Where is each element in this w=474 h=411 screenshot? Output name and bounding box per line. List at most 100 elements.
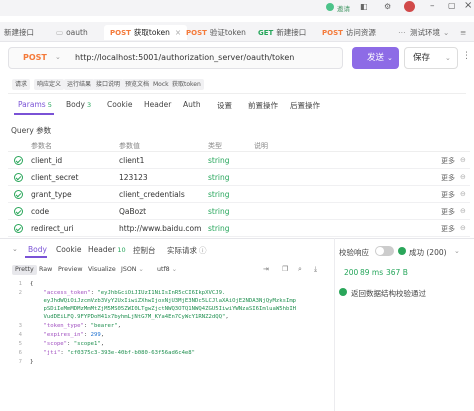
close-icon[interactable]: × xyxy=(464,0,472,11)
chevron-down-icon: ⌄ xyxy=(138,266,144,273)
param-type[interactable]: string xyxy=(208,224,230,233)
close-tab-icon[interactable]: × xyxy=(175,28,181,37)
row-more-link[interactable]: 更多 xyxy=(441,224,455,234)
tab-header[interactable]: Header xyxy=(144,100,171,109)
tab-auth[interactable]: Auth xyxy=(183,100,201,109)
url-input[interactable]: http://localhost:5001/authorization_serv… xyxy=(75,53,294,62)
tab-new-api[interactable]: 新建接口 xyxy=(4,25,34,40)
param-name[interactable]: client_id xyxy=(31,156,62,165)
tab-get-token[interactable]: POST 获取token × xyxy=(104,25,188,40)
resp-tab-actual-request[interactable]: 实际请求 ⓘ xyxy=(167,245,207,256)
table-row: redirect_uri http://www.baidu.com string… xyxy=(8,221,470,237)
tab-access-resource[interactable]: POST 访问资源 xyxy=(322,25,376,40)
json-line: VudDEiLFQ.9FYPDoH41x7byhmLjNtG7M_KYa4En7… xyxy=(30,314,229,320)
row-more-link[interactable]: 更多 xyxy=(441,190,455,200)
tab-pre-ops[interactable]: 前置操作 xyxy=(248,100,278,111)
delete-icon[interactable]: ⊖ xyxy=(460,190,466,198)
chip-run-result[interactable]: 运行结果 xyxy=(64,79,95,90)
save-button[interactable]: 保存 ⌄ xyxy=(404,47,458,69)
chip-response-def[interactable]: 响应定义 xyxy=(34,79,65,90)
view-pretty[interactable]: Pretty xyxy=(12,265,37,275)
tab-verify-token[interactable]: POST 验证token xyxy=(186,25,246,40)
row-more-link[interactable]: 更多 xyxy=(441,207,455,217)
view-raw[interactable]: Raw xyxy=(36,265,55,275)
env-settings-icon[interactable]: ≡ xyxy=(460,25,466,40)
environment-select[interactable]: 测试环境 ⌄ xyxy=(410,25,449,40)
tab-settings[interactable]: 设置 xyxy=(217,100,232,111)
param-type[interactable]: string xyxy=(208,190,230,199)
enabled-checkbox[interactable] xyxy=(14,207,23,216)
param-value[interactable]: QaBozt xyxy=(119,207,146,216)
chevron-down-icon[interactable]: ⌄ xyxy=(55,53,61,61)
format-select[interactable]: JSON ⌄ xyxy=(118,265,147,275)
chip-request[interactable]: 请求 xyxy=(12,79,31,90)
view-preview[interactable]: Preview xyxy=(55,265,86,275)
enabled-checkbox[interactable] xyxy=(14,173,23,182)
view-visualize[interactable]: Visualize xyxy=(85,265,119,275)
table-row: code QaBozt string 更多 ⊖ xyxy=(8,204,470,220)
row-more-link[interactable]: 更多 xyxy=(441,173,455,183)
avatar[interactable] xyxy=(404,1,415,12)
tab-get-new-api[interactable]: GET 新建接口 xyxy=(258,25,306,40)
response-body[interactable]: 1{ 2 "access_token": "eyJhbGciOiJIUzI1Ni… xyxy=(8,280,334,411)
invite-link[interactable]: 邀请 xyxy=(337,3,350,13)
param-type[interactable]: string xyxy=(208,173,230,182)
chip-api-doc[interactable]: 接口说明 xyxy=(93,79,124,90)
collapse-icon[interactable]: ⌄ xyxy=(12,245,18,253)
param-name[interactable]: redirect_uri xyxy=(31,224,74,233)
param-value[interactable]: http://www.baidu.com xyxy=(119,224,201,233)
more-tabs-icon[interactable]: ⋯ xyxy=(398,25,406,40)
delete-icon[interactable]: ⊖ xyxy=(460,224,466,232)
validation-result: 返回数据结构校验通过 xyxy=(351,289,426,298)
maximize-icon[interactable]: ▢ xyxy=(448,1,456,10)
success-select[interactable]: 成功 (200) xyxy=(409,247,447,258)
minimize-icon[interactable]: – xyxy=(430,1,435,11)
param-name[interactable]: client_secret xyxy=(31,173,78,182)
chip-get-token[interactable]: 获取token xyxy=(169,79,204,90)
json-line: } xyxy=(30,359,34,365)
wrap-icon[interactable]: ⇥ xyxy=(263,265,269,273)
download-icon[interactable]: ⤓ xyxy=(314,265,317,274)
delete-icon[interactable]: ⊖ xyxy=(460,156,466,164)
more-icon[interactable]: ⋮ xyxy=(462,51,471,61)
invite-icon[interactable] xyxy=(326,3,334,11)
tab-params[interactable]: Params 5 xyxy=(18,100,52,109)
tab-cookie[interactable]: Cookie xyxy=(107,100,132,109)
delete-icon[interactable]: ⊖ xyxy=(460,207,466,215)
tab-body[interactable]: Body 3 xyxy=(66,100,91,109)
resp-tab-cookie[interactable]: Cookie xyxy=(56,245,81,254)
param-name[interactable]: code xyxy=(31,207,49,216)
param-type[interactable]: string xyxy=(208,156,230,165)
tab-post-ops[interactable]: 后置操作 xyxy=(290,100,320,111)
delete-icon[interactable]: ⊖ xyxy=(460,173,466,181)
enabled-checkbox[interactable] xyxy=(14,156,23,165)
divider xyxy=(8,151,470,152)
col-header-type: 类型 xyxy=(208,142,222,150)
enabled-checkbox[interactable] xyxy=(14,224,23,233)
resp-tab-header[interactable]: Header 10 xyxy=(88,245,126,254)
chevron-down-icon[interactable]: ⌄ xyxy=(454,247,460,255)
param-value[interactable]: 123123 xyxy=(119,173,148,182)
table-row: client_secret 123123 string 更多 ⊖ xyxy=(8,170,470,186)
check-toggle[interactable] xyxy=(375,246,394,256)
method-select[interactable]: POST xyxy=(23,53,47,62)
enabled-checkbox[interactable] xyxy=(14,190,23,199)
param-name[interactable]: grant_type xyxy=(31,190,72,199)
param-value[interactable]: client_credentials xyxy=(119,190,185,199)
param-value[interactable]: client1 xyxy=(119,156,144,165)
tab-oauth[interactable]: ▭ oauth xyxy=(56,25,88,40)
bell-icon[interactable]: ◧ xyxy=(360,2,368,11)
folder-icon: ▭ xyxy=(56,28,64,37)
json-line: "token_type": "bearer", xyxy=(30,323,121,329)
encoding-select[interactable]: utf8 ⌄ xyxy=(154,265,180,275)
row-more-link[interactable]: 更多 xyxy=(441,156,455,166)
send-dropdown-icon[interactable]: ⌄ xyxy=(387,54,393,62)
copy-icon[interactable]: ❐ xyxy=(282,265,288,273)
param-type[interactable]: string xyxy=(208,207,230,216)
search-icon[interactable]: ⌕ xyxy=(298,265,302,274)
resp-tab-body[interactable]: Body xyxy=(28,245,47,254)
resp-tab-console[interactable]: 控制台 xyxy=(133,245,156,256)
json-line: "jti": "cf0375c3-393e-40bf-b080-63f56ad6… xyxy=(30,350,196,356)
settings-icon[interactable]: ⚙ xyxy=(384,2,391,11)
chip-preview-doc[interactable]: 预览文档 xyxy=(122,79,153,90)
